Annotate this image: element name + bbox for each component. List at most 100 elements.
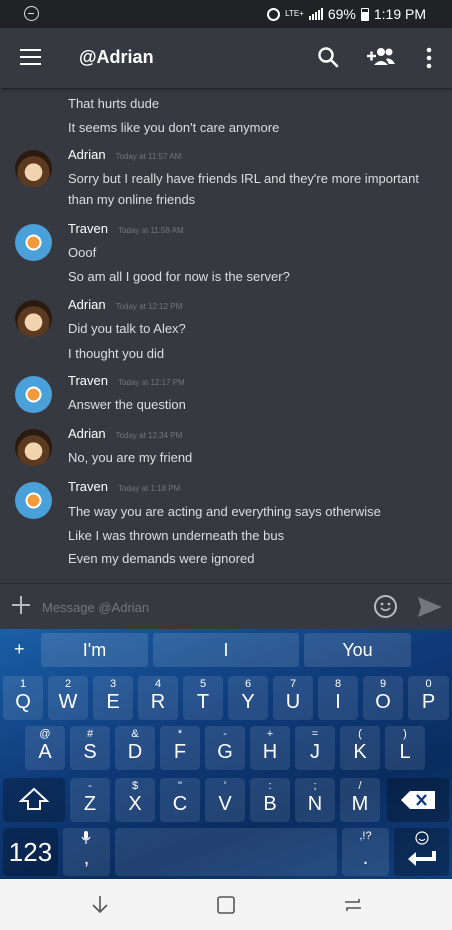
message-author[interactable]: Adrian Today at 12:34 PM bbox=[68, 425, 182, 445]
clock: 1:19 PM bbox=[373, 6, 426, 22]
suggestion[interactable]: I bbox=[153, 633, 299, 667]
message-text: It seems like you don't care anymore bbox=[68, 120, 280, 135]
message-text: That hurts dude bbox=[68, 96, 160, 111]
key[interactable]: # S bbox=[70, 726, 110, 770]
message-author[interactable]: Adrian Today at 12:12 PM bbox=[68, 296, 182, 316]
key[interactable]: 7U bbox=[273, 676, 313, 720]
numbers-key[interactable]: 123 bbox=[3, 828, 58, 876]
send-icon[interactable] bbox=[417, 595, 443, 619]
message-author[interactable]: Traven Today at 11:58 AM bbox=[68, 220, 184, 240]
voice-comma-key[interactable]: , bbox=[63, 828, 110, 876]
period-key[interactable]: ,!?. bbox=[342, 828, 389, 876]
avatar[interactable] bbox=[15, 224, 52, 261]
key[interactable]: 0P bbox=[408, 676, 449, 720]
enter-icon bbox=[408, 851, 436, 866]
key[interactable]: / M bbox=[340, 778, 380, 822]
key[interactable]: 1Q bbox=[3, 676, 43, 720]
status-right: LTE+ 69% 1:19 PM bbox=[267, 6, 426, 22]
backspace-icon bbox=[401, 791, 435, 809]
key[interactable]: ; N bbox=[295, 778, 335, 822]
add-friend-icon[interactable] bbox=[366, 45, 396, 69]
message-composer bbox=[0, 583, 452, 629]
key[interactable]: 6Y bbox=[228, 676, 268, 720]
do-not-disturb-icon bbox=[24, 6, 39, 21]
emoji-icon[interactable] bbox=[374, 595, 397, 618]
message-text: Even my demands were ignored bbox=[68, 551, 255, 566]
battery-icon bbox=[360, 7, 369, 21]
message-input[interactable] bbox=[42, 596, 342, 618]
message-text: The way you are acting and everything sa… bbox=[68, 504, 381, 519]
message-text: than my online friends bbox=[68, 192, 196, 207]
message-timestamp: Today at 12:17 PM bbox=[117, 378, 185, 387]
key[interactable]: -Z bbox=[70, 778, 110, 822]
message-list[interactable]: That hurts dude It seems like you don't … bbox=[0, 88, 452, 583]
key[interactable]: $ X bbox=[115, 778, 155, 822]
search-icon[interactable] bbox=[317, 46, 339, 68]
message-author[interactable]: Adrian Today at 11:57 AM bbox=[68, 146, 181, 166]
keyboard-plus-button[interactable]: + bbox=[14, 639, 25, 660]
message-text: Sorry but I really have friends IRL and … bbox=[68, 171, 419, 186]
key[interactable]: " C bbox=[160, 778, 200, 822]
key[interactable]: 4R bbox=[138, 676, 178, 720]
key[interactable]: :B bbox=[250, 778, 290, 822]
message-timestamp: Today at 12:12 PM bbox=[115, 302, 183, 311]
message-timestamp: Today at 11:58 AM bbox=[117, 226, 184, 235]
message-text: Did you talk to Alex? bbox=[68, 321, 186, 336]
menu-icon[interactable] bbox=[20, 49, 41, 65]
key[interactable]: 3E bbox=[93, 676, 133, 720]
smiley-icon bbox=[415, 831, 429, 845]
message-text: Ooof bbox=[68, 245, 97, 260]
home-icon[interactable] bbox=[215, 894, 237, 916]
space-key[interactable] bbox=[115, 828, 337, 876]
shift-key[interactable] bbox=[3, 778, 65, 822]
backspace-key[interactable] bbox=[387, 778, 449, 822]
message-text: So am all I good for now is the server? bbox=[68, 269, 290, 284]
suggestion-bar: + I'm I You bbox=[0, 629, 452, 671]
battery-percent: 69% bbox=[327, 6, 356, 22]
channel-title: @Adrian bbox=[79, 47, 154, 67]
message-author[interactable]: Traven Today at 12:17 PM bbox=[68, 372, 185, 392]
more-icon[interactable] bbox=[419, 46, 439, 70]
key[interactable]: 9O bbox=[363, 676, 403, 720]
suggestion[interactable]: You bbox=[304, 633, 411, 667]
message-text: Answer the question bbox=[68, 397, 186, 412]
key[interactable]: * F bbox=[160, 726, 200, 770]
avatar[interactable] bbox=[15, 429, 52, 466]
attach-plus-icon[interactable] bbox=[12, 596, 30, 614]
message-timestamp: Today at 12:34 PM bbox=[115, 431, 183, 440]
suggestion[interactable]: I'm bbox=[41, 633, 148, 667]
avatar[interactable] bbox=[15, 300, 52, 337]
message-timestamp: Today at 11:57 AM bbox=[115, 152, 182, 161]
key[interactable]: + H bbox=[250, 726, 290, 770]
message-text: No, you are my friend bbox=[68, 450, 193, 465]
status-bar: LTE+ 69% 1:19 PM bbox=[0, 0, 452, 28]
alarm-icon bbox=[267, 7, 281, 21]
key[interactable]: -G bbox=[205, 726, 245, 770]
signal-icon bbox=[308, 8, 323, 20]
avatar[interactable] bbox=[15, 482, 52, 519]
message-text: I thought you did bbox=[68, 346, 165, 361]
avatar[interactable] bbox=[15, 150, 52, 187]
key[interactable]: 5T bbox=[183, 676, 223, 720]
message-author[interactable]: Traven Today at 1:18 PM bbox=[68, 478, 180, 498]
key[interactable]: 2W bbox=[48, 676, 88, 720]
key[interactable]: ) L bbox=[385, 726, 425, 770]
key[interactable]: @ A bbox=[25, 726, 65, 770]
shift-icon bbox=[19, 787, 49, 810]
hide-keyboard-icon[interactable] bbox=[89, 894, 111, 916]
key[interactable]: (K bbox=[340, 726, 380, 770]
key[interactable]: = J bbox=[295, 726, 335, 770]
key[interactable]: & D bbox=[115, 726, 155, 770]
app-bar: @Adrian bbox=[0, 28, 452, 88]
key[interactable]: 8I bbox=[318, 676, 358, 720]
enter-key[interactable] bbox=[394, 828, 449, 876]
message-text: Like I was thrown underneath the bus bbox=[68, 528, 285, 543]
microphone-icon bbox=[81, 831, 91, 844]
system-nav-bar bbox=[0, 879, 452, 930]
network-type: LTE+ bbox=[285, 9, 304, 18]
avatar[interactable] bbox=[15, 376, 52, 413]
on-screen-keyboard: + I'm I You 1Q 2W 3E 4R 5T 6Y 7U 8I 9O 0… bbox=[0, 629, 452, 879]
key[interactable]: ' V bbox=[205, 778, 245, 822]
message-timestamp: Today at 1:18 PM bbox=[117, 484, 181, 493]
recents-icon[interactable] bbox=[342, 894, 364, 916]
